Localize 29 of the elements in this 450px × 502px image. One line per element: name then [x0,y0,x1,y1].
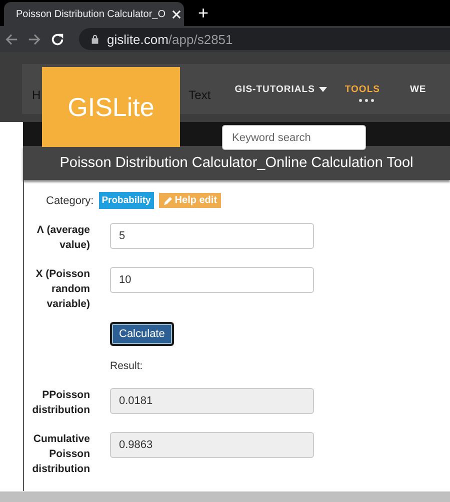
scrollbar[interactable] [0,491,450,502]
field-label: Cumulative Poisson distribution [31,432,90,477]
lock-icon [91,34,99,44]
category-label: Category: [46,194,94,206]
result-field[interactable]: 0.9863 [110,432,314,458]
browser-tab[interactable]: Poisson Distribution Calculator_O [4,2,184,26]
nav-link[interactable]: WE [410,84,426,94]
result-field[interactable]: 0.0181 [110,388,314,414]
address-bar[interactable]: gislite.com/app/s2851 [79,28,450,50]
tool-title: Poisson Distribution Calculator_Online Calculation Tool [23,146,450,180]
dots-icon [358,98,362,102]
field-label: X (Poisson random variable) [34,267,90,312]
input-field[interactable]: 10 [110,267,314,293]
reload-icon[interactable] [50,32,65,46]
result-label: Result: [110,360,143,372]
close-icon[interactable] [172,10,181,18]
pencil-icon [162,196,173,206]
new-tab-button[interactable]: + [198,2,209,24]
calculate-button[interactable]: Calculate [110,322,174,346]
back-icon[interactable] [4,32,19,46]
field-label: PPoisson distribution [31,388,90,418]
input-field[interactable]: 5 [110,223,314,249]
tab-title: Poisson Distribution Calculator_O [16,8,166,20]
search-field[interactable]: Keyword search [222,125,366,150]
nav-link[interactable]: TOOLS [344,84,380,94]
forward-icon[interactable] [27,32,42,46]
field-label: Λ (average value) [36,223,90,253]
url-text: gislite.com/app/s2851 [107,32,233,46]
nav-link[interactable]: GIS-TUTORIALS [234,84,327,94]
